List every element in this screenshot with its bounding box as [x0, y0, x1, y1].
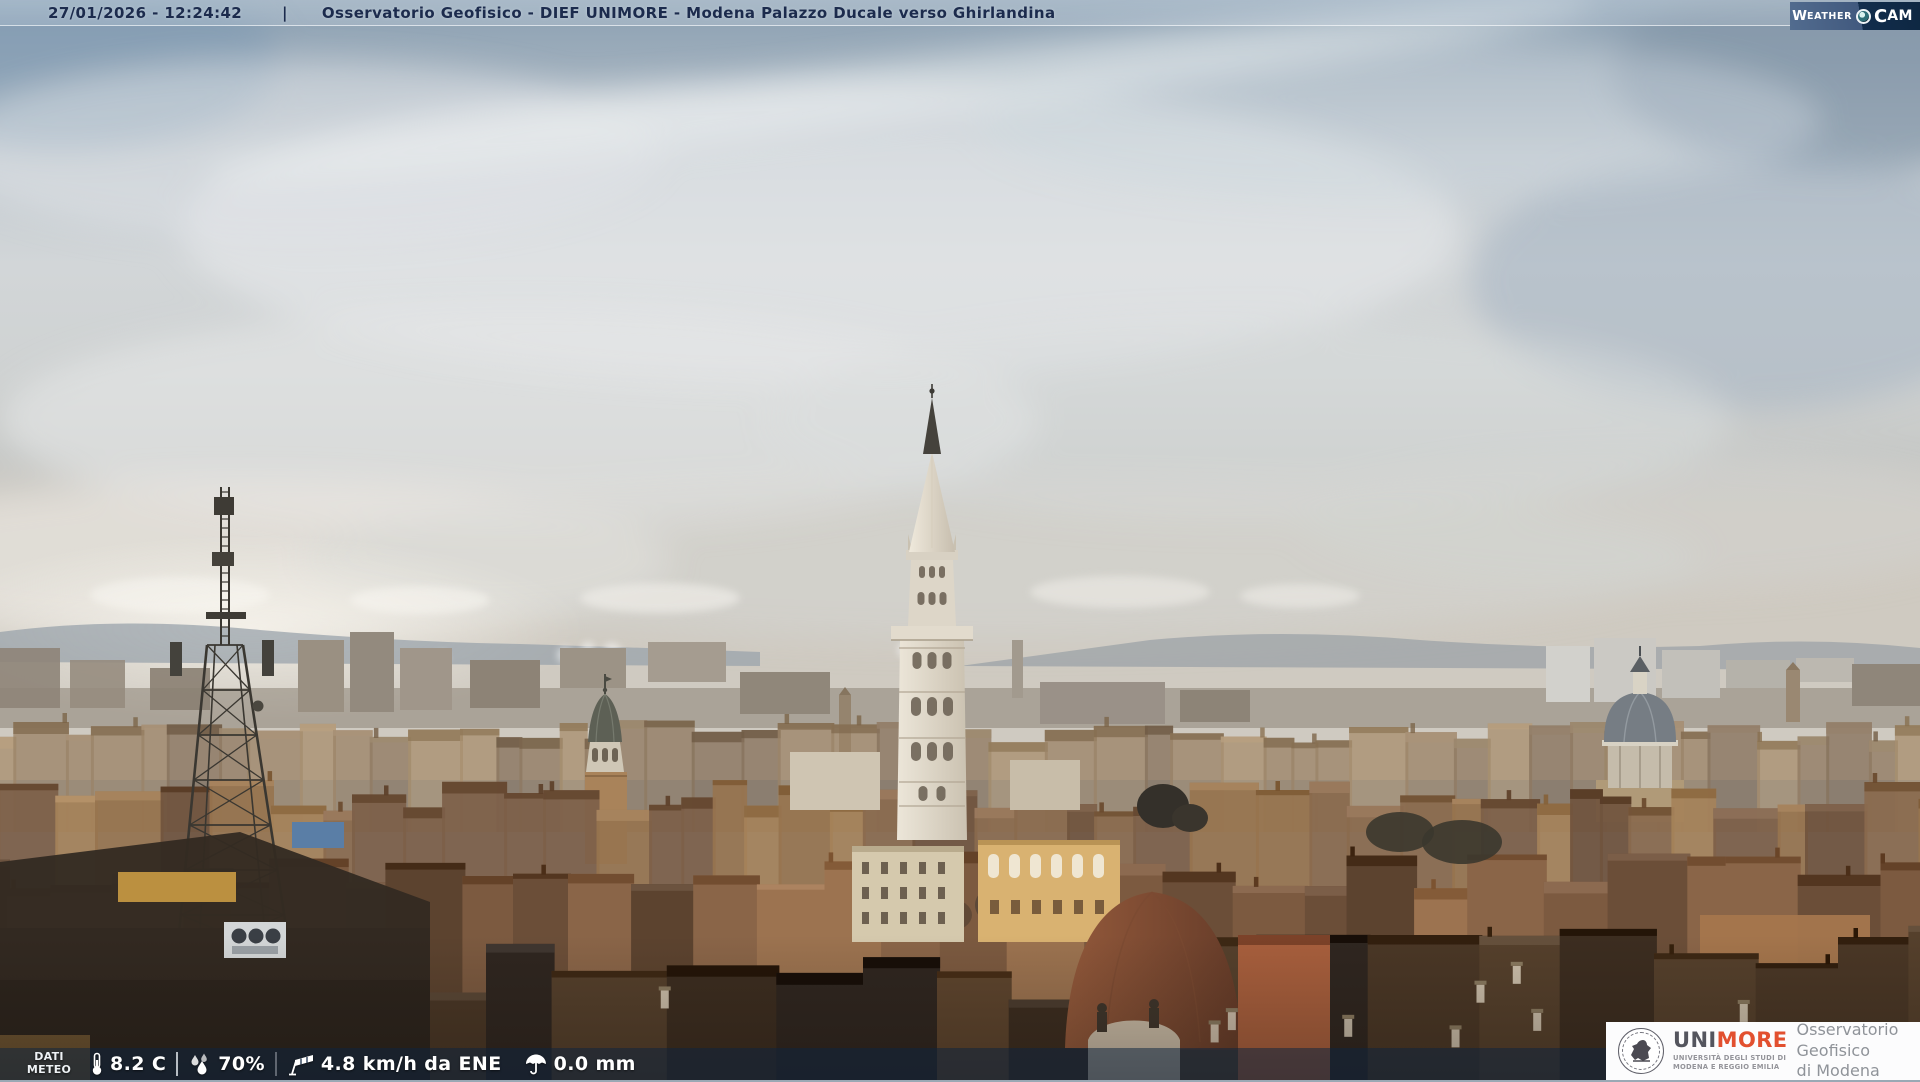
unimore-subtitle: UNIVERSITÀ DEGLI STUDI DI MODENA E REGGI…: [1673, 1054, 1788, 1072]
weathercam-watermark: WEATHER CAM: [1790, 2, 1920, 30]
title-bar: 27/01/2026 - 12:24:42 | Osservatorio Geo…: [0, 0, 1920, 26]
unimore-logo-box: UNIMORE UNIVERSITÀ DEGLI STUDI DI MODENA…: [1606, 1022, 1920, 1080]
humidity-readout: 70%: [188, 1053, 265, 1075]
windsock-icon: [287, 1052, 315, 1076]
camera-title: Osservatorio Geofisico - DIEF UNIMORE - …: [322, 4, 1056, 22]
temperature-value: 8.2 C: [110, 1053, 166, 1075]
webcam-photo: [0, 0, 1920, 1080]
separator: |: [282, 4, 288, 22]
umbrella-icon: [524, 1052, 548, 1076]
rain-value: 0.0 mm: [554, 1053, 636, 1075]
datetime: 27/01/2026 - 12:24:42: [48, 4, 272, 22]
dati-meteo-label: DATI METEO: [20, 1051, 78, 1076]
wind-value: 4.8 km/h da ENE: [321, 1053, 502, 1075]
unimore-seal: [1618, 1028, 1664, 1074]
observatory-name: Osservatorio Geofisico di Modena: [1797, 1020, 1912, 1082]
weathercam-brand: W: [1792, 8, 1807, 24]
rain-readout: 0.0 mm: [524, 1052, 636, 1076]
temperature-readout: 8.2 C: [90, 1052, 166, 1076]
unimore-wordmark: UNIMORE UNIVERSITÀ DEGLI STUDI DI MODENA…: [1673, 1030, 1788, 1072]
camera-lens-icon: [1856, 9, 1871, 24]
humidity-value: 70%: [218, 1053, 265, 1075]
wind-readout: 4.8 km/h da ENE: [287, 1052, 502, 1076]
divider: [275, 1052, 277, 1076]
divider: [176, 1052, 178, 1076]
water-drops-icon: [188, 1053, 212, 1075]
thermometer-icon: [90, 1052, 104, 1076]
